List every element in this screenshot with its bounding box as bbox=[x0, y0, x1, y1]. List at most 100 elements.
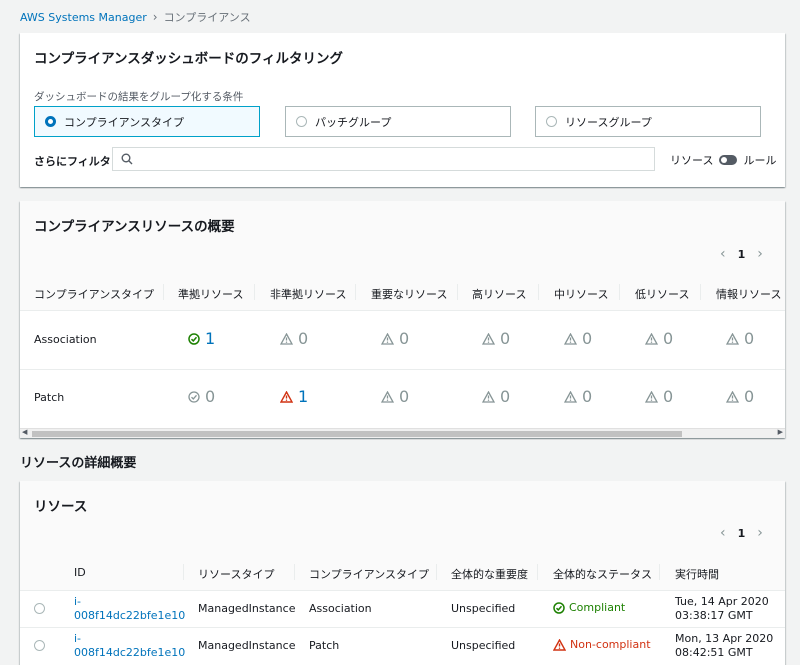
status-badge: Non-compliant bbox=[553, 638, 651, 651]
more-filter-label: さらにフィルタ bbox=[34, 155, 111, 168]
warning-icon bbox=[482, 332, 495, 345]
warning-icon bbox=[726, 390, 739, 403]
col-low[interactable]: 低リソース bbox=[635, 286, 689, 302]
resource-id-link[interactable]: i- 008f14dc22bfe1e10 bbox=[74, 595, 185, 623]
compliant-count[interactable]: 1 bbox=[188, 329, 215, 348]
warning-icon bbox=[381, 390, 394, 403]
summary-page-number[interactable]: 1 bbox=[738, 248, 746, 261]
high-count: 0 bbox=[482, 329, 510, 348]
radio-compliance-type[interactable]: コンプライアンスタイプ bbox=[34, 106, 260, 137]
noncompliant-count: 0 bbox=[280, 329, 308, 348]
resource-rule-toggle-group: リソース ルール bbox=[670, 152, 776, 168]
prev-page-icon[interactable]: ‹ bbox=[720, 246, 726, 262]
resources-panel-title: リソース bbox=[34, 499, 88, 515]
resource-id-link[interactable]: i- 008f14dc22bfe1e10 bbox=[74, 632, 185, 660]
warning-icon bbox=[553, 638, 566, 651]
col-noncompliant[interactable]: 非準拠リソース bbox=[270, 286, 346, 302]
radio-resource-group[interactable]: リソースグループ bbox=[535, 106, 761, 137]
breadcrumb-current: コンプライアンス bbox=[163, 11, 251, 24]
critical-count: 0 bbox=[381, 387, 409, 406]
row-select-radio[interactable] bbox=[34, 640, 45, 651]
col-high[interactable]: 高リソース bbox=[472, 286, 526, 302]
breadcrumb: AWS Systems Manager › コンプライアンス bbox=[20, 9, 251, 25]
summary-pager: ‹ 1 › bbox=[720, 246, 763, 262]
summary-row-type: Patch bbox=[34, 391, 65, 404]
prev-page-icon[interactable]: ‹ bbox=[720, 525, 726, 541]
low-count: 0 bbox=[645, 329, 673, 348]
scroll-left-icon[interactable]: ◀ bbox=[22, 428, 27, 436]
breadcrumb-chevron-icon: › bbox=[152, 10, 158, 24]
resources-page-number[interactable]: 1 bbox=[738, 527, 746, 540]
horizontal-scrollbar[interactable]: ◀ ▶ bbox=[20, 428, 785, 438]
filter-search-box[interactable] bbox=[112, 147, 655, 171]
radio-compliance-type-label: コンプライアンスタイプ bbox=[64, 115, 185, 129]
check-circle-icon bbox=[188, 332, 200, 345]
next-page-icon[interactable]: › bbox=[757, 246, 763, 262]
filter-search-input[interactable] bbox=[139, 153, 654, 165]
scroll-right-icon[interactable]: ▶ bbox=[778, 428, 783, 436]
scrollbar-thumb[interactable] bbox=[32, 431, 682, 437]
radio-patch-group-label: パッチグループ bbox=[315, 115, 392, 129]
check-circle-icon bbox=[188, 390, 200, 403]
col-compliance-type[interactable]: コンプライアンスタイプ bbox=[34, 286, 154, 302]
warning-icon bbox=[564, 332, 577, 345]
status-badge: Compliant bbox=[553, 601, 625, 614]
row-select-radio[interactable] bbox=[34, 603, 45, 614]
col-resource-type[interactable]: リソースタイプ bbox=[198, 566, 274, 582]
radio-unselected-icon bbox=[296, 116, 307, 127]
summary-row-type: Association bbox=[34, 333, 97, 346]
compliant-count: 0 bbox=[188, 387, 215, 406]
toggle-left-label: リソース bbox=[670, 154, 714, 167]
warning-icon bbox=[482, 390, 495, 403]
warning-icon bbox=[280, 332, 293, 345]
noncompliant-count[interactable]: 1 bbox=[280, 387, 308, 406]
details-section-title: リソースの詳細概要 bbox=[20, 456, 137, 471]
summary-panel: コンプライアンスリソースの概要 ‹ 1 › コンプライアンスタイプ 準拠リソース… bbox=[20, 201, 785, 438]
col-exec-time[interactable]: 実行時間 bbox=[675, 566, 719, 582]
medium-count: 0 bbox=[564, 329, 592, 348]
summary-panel-title: コンプライアンスリソースの概要 bbox=[34, 219, 235, 235]
col-status[interactable]: 全体的なステータス bbox=[553, 566, 652, 582]
medium-count: 0 bbox=[564, 387, 592, 406]
col-compliance-type[interactable]: コンプライアンスタイプ bbox=[309, 566, 429, 582]
next-page-icon[interactable]: › bbox=[757, 525, 763, 541]
exec-time: Mon, 13 Apr 2020 08:42:51 GMT bbox=[675, 632, 774, 659]
search-icon bbox=[121, 153, 133, 165]
resource-type: ManagedInstance bbox=[198, 602, 296, 615]
critical-count: 0 bbox=[381, 329, 409, 348]
radio-resource-group-label: リソースグループ bbox=[565, 115, 652, 129]
col-id[interactable]: ID bbox=[74, 566, 86, 579]
info-count: 0 bbox=[726, 387, 754, 406]
resource-rule-toggle[interactable] bbox=[719, 155, 738, 165]
warning-icon bbox=[564, 390, 577, 403]
group-by-label: ダッシュボードの結果をグループ化する条件 bbox=[34, 91, 244, 103]
compliance-type: Association bbox=[309, 602, 372, 615]
warning-icon bbox=[726, 332, 739, 345]
radio-patch-group[interactable]: パッチグループ bbox=[285, 106, 511, 137]
col-critical[interactable]: 重要なリソース bbox=[371, 286, 447, 302]
check-circle-icon bbox=[553, 601, 565, 614]
severity: Unspecified bbox=[451, 602, 516, 615]
col-info[interactable]: 情報リソース bbox=[716, 286, 781, 302]
high-count: 0 bbox=[482, 387, 510, 406]
breadcrumb-root-link[interactable]: AWS Systems Manager bbox=[20, 11, 147, 24]
col-compliant[interactable]: 準拠リソース bbox=[178, 286, 243, 302]
filter-panel: コンプライアンスダッシュボードのフィルタリング ダッシュボードの結果をグループ化… bbox=[20, 33, 785, 187]
warning-icon bbox=[645, 332, 658, 345]
compliance-type: Patch bbox=[309, 639, 340, 652]
severity: Unspecified bbox=[451, 639, 516, 652]
col-medium[interactable]: 中リソース bbox=[554, 286, 608, 302]
toggle-right-label: ルール bbox=[743, 154, 777, 167]
resources-panel: リソース ‹ 1 › ID リソースタイプ コンプライアンスタイプ 全体的な重要… bbox=[20, 481, 785, 665]
warning-icon bbox=[645, 390, 658, 403]
low-count: 0 bbox=[645, 387, 673, 406]
warning-icon bbox=[381, 332, 394, 345]
radio-unselected-icon bbox=[546, 116, 557, 127]
resources-pager: ‹ 1 › bbox=[720, 525, 763, 541]
filter-panel-title: コンプライアンスダッシュボードのフィルタリング bbox=[34, 51, 344, 67]
info-count: 0 bbox=[726, 329, 754, 348]
col-severity[interactable]: 全体的な重要度 bbox=[451, 566, 528, 582]
resource-type: ManagedInstance bbox=[198, 639, 296, 652]
exec-time: Tue, 14 Apr 2020 03:38:17 GMT bbox=[675, 595, 769, 622]
warning-icon bbox=[280, 390, 293, 403]
